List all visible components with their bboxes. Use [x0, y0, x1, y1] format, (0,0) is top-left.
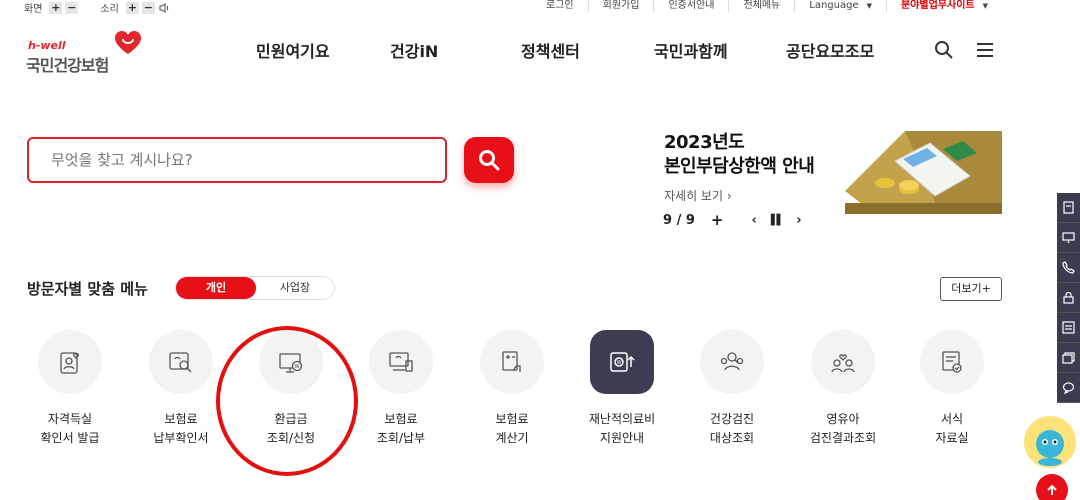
- hamburger-menu-icon[interactable]: [976, 42, 994, 58]
- quick-chat-icon[interactable]: [1057, 373, 1080, 403]
- computer-payment-icon: [389, 352, 413, 372]
- caret-down-icon: ▼: [866, 2, 872, 10]
- language-label: Language: [809, 0, 859, 11]
- search-icon[interactable]: [934, 40, 954, 60]
- custom-menu-title: 방문자별 맞춤 메뉴: [27, 280, 148, 298]
- quick-phone-icon[interactable]: [1057, 253, 1080, 283]
- language-select[interactable]: Language ▼: [795, 0, 887, 12]
- nav-item-about-nhis[interactable]: 공단요모조모: [786, 38, 874, 62]
- nav-item-health-in[interactable]: 건강iN: [390, 38, 438, 62]
- search-input[interactable]: [29, 139, 445, 181]
- nav-item-civil-service[interactable]: 민원여기요: [256, 38, 330, 62]
- login-link[interactable]: 로그인: [532, 0, 589, 12]
- caret-down-icon: ▼: [982, 2, 988, 10]
- support-card-icon: W: [610, 352, 635, 372]
- certificate-guide-link[interactable]: 인증서안내: [654, 0, 730, 12]
- id-card-icon: [60, 352, 79, 374]
- screen-zoom-label: 화면: [24, 4, 43, 15]
- quick-cards-icon[interactable]: [1057, 343, 1080, 373]
- volume-down-button[interactable]: −: [141, 1, 155, 14]
- accessibility-controls: 화면 + − 소리 + −: [24, 0, 189, 15]
- calculator-hand-icon: [502, 351, 521, 372]
- speaker-icon[interactable]: [158, 2, 171, 14]
- quick-list-icon[interactable]: [1057, 313, 1080, 343]
- menu-item-label: 건강검진 대상조회: [709, 412, 755, 445]
- banner-controls: 9 / 9 + ‹ ▌▌ ›: [663, 211, 802, 229]
- quick-monitor-icon[interactable]: [1057, 223, 1080, 253]
- tab-individual[interactable]: 개인: [176, 277, 256, 299]
- highlight-annotation-circle: [216, 326, 358, 476]
- menu-item-icon-bg: [480, 330, 544, 394]
- family-icon: [831, 354, 855, 373]
- menu-item-eligibility-certificate[interactable]: 자격득실 확인서 발급: [15, 330, 125, 448]
- all-menu-link[interactable]: 전체메뉴: [729, 0, 796, 12]
- banner-title: 2023년도 본인부담상한액 안내: [664, 131, 815, 179]
- menu-item-infant-checkup-results[interactable]: 영유아 검진결과조회: [788, 330, 898, 448]
- form-document-icon: [942, 351, 962, 373]
- menu-item-icon-bg: [920, 330, 984, 394]
- menu-item-disaster-medical-support[interactable]: W 재난적의료비 지원안내: [567, 330, 677, 448]
- visitor-type-tabs: 개인 사업장: [175, 276, 335, 300]
- heart-logo-icon: [115, 31, 141, 54]
- banner-more-link[interactable]: 자세히 보기 ›: [664, 187, 732, 204]
- quick-document-icon[interactable]: [1057, 193, 1080, 223]
- banner-title-line1: 2023년도: [664, 132, 745, 153]
- tab-business[interactable]: 사업장: [256, 277, 334, 299]
- menu-item-label: 보험료 조회/납부: [376, 412, 426, 445]
- search-box: [27, 137, 447, 183]
- chevron-right-icon[interactable]: ›: [796, 213, 801, 228]
- utility-bar: 화면 + − 소리 + − 로그인 회원가입 인증서안내 전체메뉴 Langua…: [0, 0, 1080, 15]
- menu-item-icon-bg: [149, 330, 213, 394]
- menu-item-label: 서식 자료실: [935, 412, 969, 445]
- utility-links: 로그인 회원가입 인증서안내 전체메뉴 Language ▼ 분야별업무사이트 ▼: [532, 0, 1002, 12]
- menu-item-icon-bg: [369, 330, 433, 394]
- quick-lock-icon[interactable]: [1057, 283, 1080, 313]
- pause-icon[interactable]: ▌▌: [771, 215, 784, 226]
- quick-menu-bar: [1057, 193, 1080, 403]
- sound-group: 소리 + −: [100, 0, 170, 15]
- document-search-icon: [169, 352, 192, 373]
- people-search-icon: [720, 352, 744, 371]
- menu-item-icon-bg: [700, 330, 764, 394]
- svg-text:W: W: [617, 360, 622, 366]
- banner-plus-button[interactable]: +: [711, 211, 724, 229]
- scroll-top-button[interactable]: [1036, 474, 1068, 500]
- screen-zoom-out-button[interactable]: −: [65, 1, 79, 14]
- sound-label: 소리: [100, 4, 119, 15]
- menu-item-icon-bg: [811, 330, 875, 394]
- menu-item-label: 영유아 검진결과조회: [809, 412, 877, 445]
- more-button[interactable]: 더보기+: [940, 277, 1002, 301]
- arrow-up-icon: [1047, 484, 1057, 495]
- screen-zoom-in-button[interactable]: +: [49, 1, 63, 14]
- chevron-left-icon[interactable]: ‹: [751, 213, 756, 228]
- menu-item-forms-library[interactable]: 서식 자료실: [897, 330, 1007, 448]
- business-sites-select[interactable]: 분야별업무사이트 ▼: [887, 0, 1002, 12]
- banner-title-line2: 본인부담상한액 안내: [664, 156, 815, 177]
- calculator-coins-illustration: [845, 131, 1002, 214]
- banner-counter: 9 / 9: [663, 212, 695, 228]
- volume-up-button[interactable]: +: [125, 1, 139, 14]
- menu-item-label: 재난적의료비 지원안내: [588, 412, 656, 445]
- menu-item-health-checkup-inquiry[interactable]: 건강검진 대상조회: [677, 330, 787, 448]
- nav-item-policy-center[interactable]: 정책센터: [521, 38, 580, 62]
- chatbot-mascot-icon[interactable]: [1020, 414, 1080, 470]
- menu-item-icon-bg: [38, 330, 102, 394]
- screen-zoom-group: 화면 + −: [24, 0, 79, 15]
- signup-link[interactable]: 회원가입: [589, 0, 655, 12]
- menu-item-premium-payment[interactable]: 보험료 조회/납부: [346, 330, 456, 448]
- menu-item-label: 자격득실 확인서 발급: [40, 412, 100, 445]
- menu-item-icon-bg: W: [590, 330, 654, 394]
- business-sites-label: 분야별업무사이트: [901, 0, 975, 11]
- menu-item-premium-calculator[interactable]: 보험료 계산기: [457, 330, 567, 448]
- search-icon: [479, 150, 500, 171]
- nhis-logo[interactable]: h-well 국민건강보험: [26, 30, 146, 75]
- logo-tagline: h-well: [28, 39, 66, 52]
- search-button[interactable]: [464, 137, 514, 183]
- menu-item-label: 보험료 계산기: [495, 412, 529, 445]
- logo-name: 국민건강보험: [26, 56, 109, 75]
- nav-item-with-citizens[interactable]: 국민과함께: [654, 38, 728, 62]
